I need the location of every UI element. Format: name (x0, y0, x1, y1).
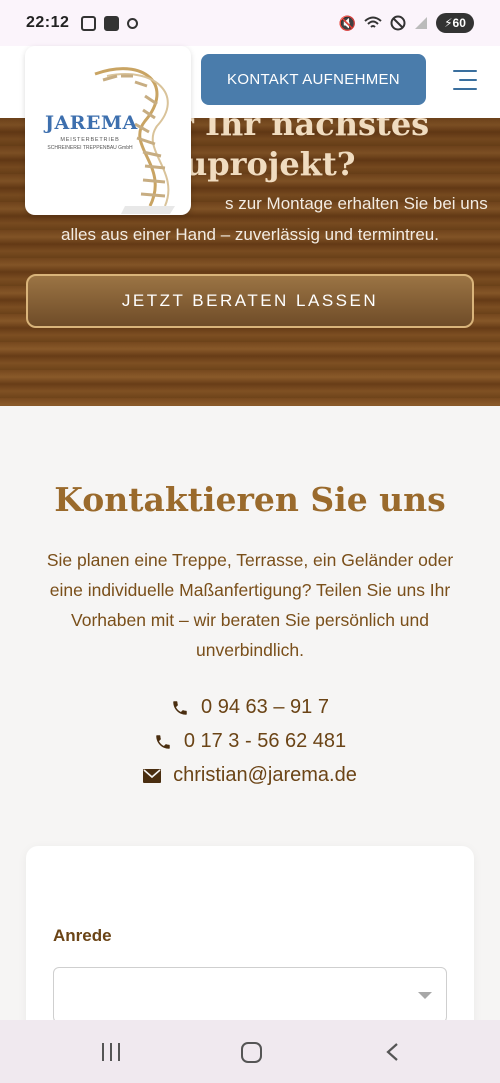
phone-number-2[interactable]: 0 17 3 - 56 62 481 (184, 730, 346, 753)
accessibility-icon (127, 17, 139, 29)
system-nav-bar (0, 1020, 500, 1083)
hamburger-menu-icon[interactable] (449, 68, 477, 92)
salutation-label: Anrede (53, 926, 112, 945)
logo-company: SCHREINEREI TREPPENBAU GmbH (47, 145, 133, 151)
screenshot-icon (81, 15, 97, 31)
back-icon[interactable] (384, 1042, 400, 1062)
phone-line-1[interactable]: 0 94 63 – 91 7 (0, 696, 500, 719)
checkbox-icon (104, 15, 120, 31)
phone-number-1[interactable]: 0 94 63 – 91 7 (201, 696, 329, 719)
contact-section: Kontaktieren Sie uns Sie planen eine Tre… (0, 406, 500, 1046)
phone-icon (156, 734, 170, 749)
contact-form: Anrede (26, 846, 474, 1046)
contact-button[interactable]: KONTAKT AUFNEHMEN (201, 54, 426, 105)
logo-wordmark: JAREMA (45, 112, 138, 134)
do-not-disturb-icon (390, 15, 406, 31)
status-time: 22:12 (26, 14, 70, 31)
hero-text-line2: alles aus einer Hand – zuverlässig und t… (61, 225, 439, 244)
mute-icon: 🔇 (338, 14, 356, 31)
salutation-select[interactable] (53, 967, 447, 1023)
email-line[interactable]: christian@jarema.de (0, 764, 500, 787)
phone-line-2[interactable]: 0 17 3 - 56 62 481 (0, 730, 500, 753)
chevron-down-icon (418, 992, 432, 999)
contact-description: Sie planen eine Treppe, Terrasse, ein Ge… (46, 550, 454, 660)
wifi-icon (364, 16, 382, 28)
battery-level: 60 (452, 16, 466, 30)
status-bar: 22:12 🔇 ⚡ 60 (0, 0, 500, 46)
logo-tagline: MEISTERBETRIEB (60, 137, 120, 143)
logo[interactable]: JAREMA MEISTERBETRIEB SCHREINEREI TREPPE… (25, 46, 191, 215)
recent-apps-icon[interactable] (102, 1043, 122, 1061)
battery-charging-icon: ⚡ 60 (436, 13, 474, 33)
consultation-button[interactable]: JETZT BERATEN LASSEN (26, 274, 474, 328)
signal-icon (415, 17, 427, 29)
envelope-icon (143, 768, 162, 783)
status-left-icons (81, 15, 139, 31)
home-icon[interactable] (241, 1042, 262, 1063)
phone-icon (173, 700, 187, 715)
email-address[interactable]: christian@jarema.de (173, 764, 357, 787)
status-right-icons: 🔇 ⚡ 60 (339, 13, 474, 33)
contact-title: Kontaktieren Sie uns (54, 480, 446, 519)
